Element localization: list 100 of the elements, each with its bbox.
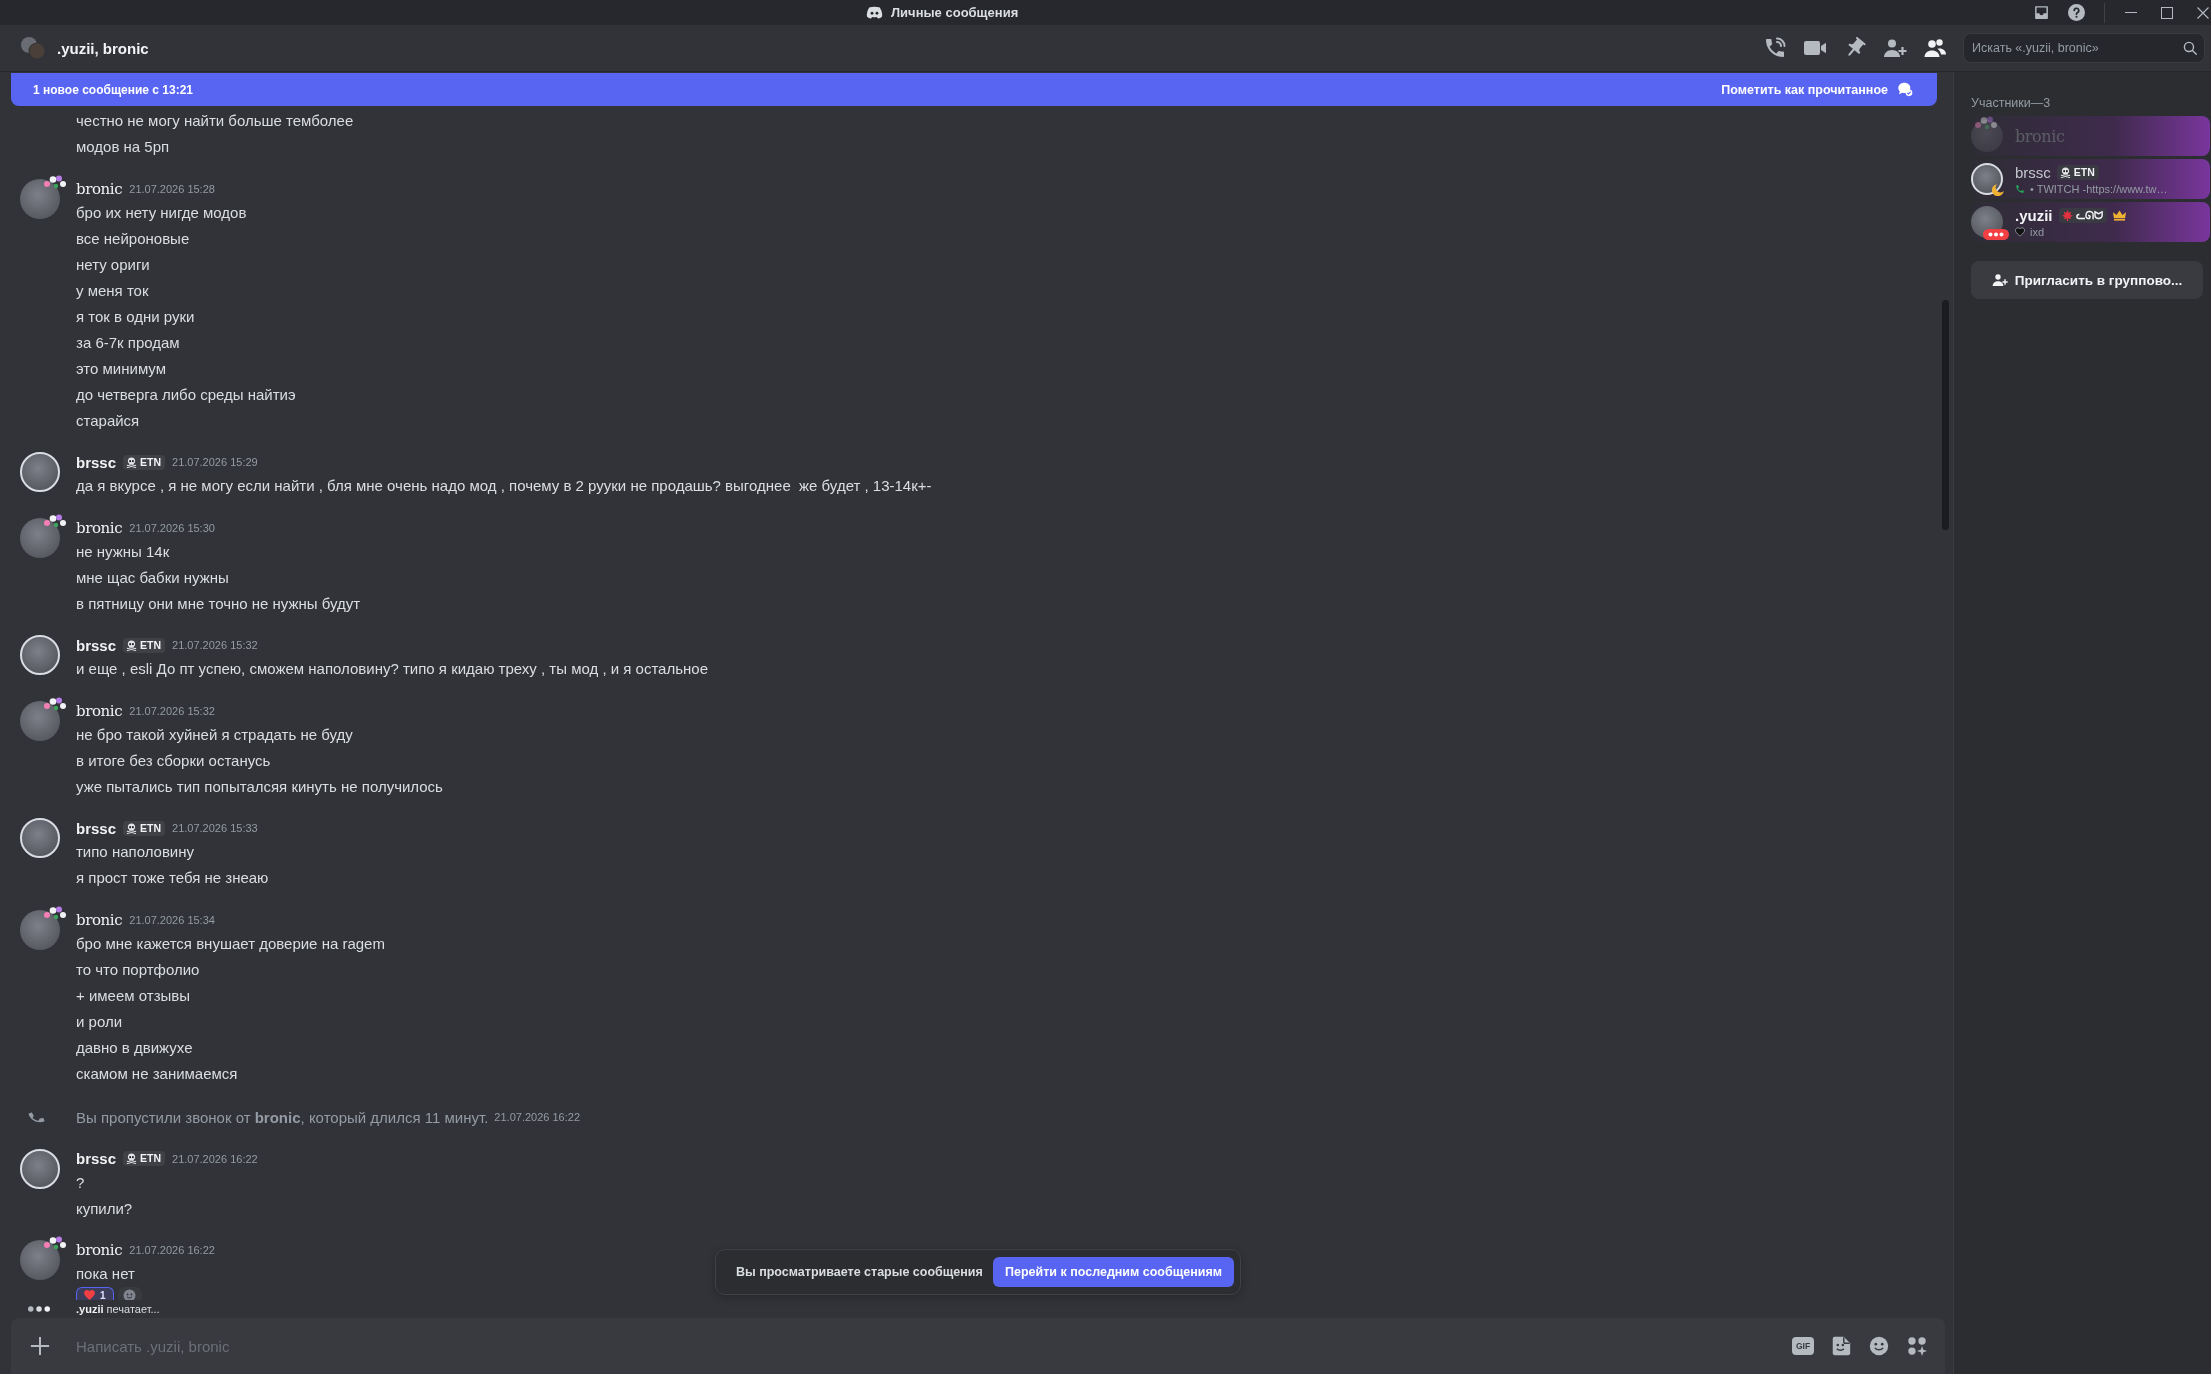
message-text: мне щас бабки нужны — [76, 567, 229, 588]
user-avatar[interactable] — [20, 818, 60, 858]
timestamp: 21.07.2026 15:32 — [172, 639, 258, 651]
avatar-decoration-icon — [44, 696, 66, 711]
user-avatar[interactable] — [20, 909, 60, 950]
timestamp: 21.07.2026 15:29 — [172, 456, 258, 468]
avatar-decoration-icon — [44, 174, 66, 189]
author-name[interactable]: bronic — [76, 910, 123, 929]
user-avatar[interactable] — [20, 1148, 60, 1189]
message-text: купили? — [76, 1198, 133, 1219]
mark-as-read-button[interactable]: Пометить как прочитанное — [1721, 82, 1913, 97]
message-text: ? — [76, 1172, 85, 1193]
skull-icon — [126, 1153, 138, 1164]
message-text: честно не могу найти больше темболее — [76, 111, 354, 131]
author-name[interactable]: bronic — [76, 179, 123, 198]
message-text: за 6-7к продам — [76, 332, 180, 353]
invite-to-group-button[interactable]: Пригласить в группово... — [1971, 261, 2203, 299]
message-text: то что портфолио — [76, 959, 200, 980]
message-text: все нейроновые — [76, 228, 190, 249]
author-name[interactable]: bronic — [76, 1241, 123, 1259]
jump-to-present-button[interactable]: Перейти к последним сообщениям — [992, 1257, 1234, 1287]
user-avatar[interactable] — [20, 700, 60, 741]
new-messages-bar[interactable]: 1 новое сообщение с 13:21 Пометить как прочитанное — [11, 73, 1937, 106]
member-row[interactable]: brssc ETN • TWITCH -https://www.tw… — [1971, 159, 2210, 199]
avatar-decoration-icon — [1975, 116, 1997, 130]
skull-icon — [126, 822, 138, 834]
missed-call-message: Вы пропустили звонок от bronic, который длился 11 минут. — [76, 1108, 489, 1126]
tag-label: ETN — [140, 1151, 162, 1166]
timestamp: 21.07.2026 15:33 — [172, 822, 258, 834]
add-reaction-button[interactable] — [117, 1287, 142, 1300]
author-name[interactable]: bronic — [76, 701, 123, 720]
message-text: не нужны 14к — [76, 541, 170, 562]
inbox-icon[interactable] — [2033, 4, 2050, 21]
author-name[interactable]: brssc — [76, 453, 117, 471]
maximize-icon[interactable] — [2161, 6, 2173, 19]
message-text: пока нет — [76, 1264, 135, 1284]
message-text: в пятницу они мне точно не нужны будут — [76, 593, 361, 614]
window-title: Личные сообщения — [891, 5, 1019, 20]
new-messages-text: 1 новое сообщение с 13:21 — [33, 82, 194, 97]
message-text: давно в движухе — [76, 1037, 193, 1058]
tag-label: ETN — [140, 820, 162, 836]
plus-icon[interactable] — [30, 1336, 50, 1356]
conversation-title: .yuzii, bronic — [57, 39, 149, 57]
phone-icon — [2015, 183, 2025, 194]
tag-label: ᓚᘏᗢ — [2075, 207, 2103, 223]
user-avatar[interactable] — [20, 452, 60, 492]
apps-icon[interactable] — [1906, 1335, 1928, 1357]
timestamp: 21.07.2026 16:22 — [172, 1152, 258, 1165]
gif-button[interactable]: GIF — [1792, 1337, 1814, 1355]
group-avatar — [20, 36, 46, 60]
member-name: brssc — [2015, 162, 2051, 182]
members-heading: Участники—3 — [1971, 95, 2052, 112]
message-text: я ток в одни руки — [76, 306, 195, 327]
user-avatar[interactable] — [20, 1240, 60, 1280]
sticker-icon[interactable] — [1830, 1335, 1852, 1357]
tag-label: ETN — [2073, 164, 2095, 180]
message-text: в итоге без сборки останусь — [76, 750, 271, 771]
message-text: до четверга либо среды найтиэ — [76, 384, 296, 405]
close-icon[interactable] — [2197, 6, 2209, 19]
avatar-decoration-icon — [44, 905, 66, 920]
search-icon[interactable] — [2183, 41, 2197, 55]
message-text: и роли — [76, 1011, 123, 1032]
skull-icon — [126, 639, 138, 651]
message-text: бро их нету нигде модов — [76, 202, 247, 223]
user-avatar[interactable] — [20, 517, 60, 558]
message-input-field[interactable]: Написать .yuzii, bronic GIF — [11, 1318, 1945, 1374]
emoji-icon[interactable] — [1868, 1335, 1890, 1357]
old-messages-text: Вы просматриваете старые сообщения — [736, 1265, 983, 1279]
typing-dots-icon — [28, 1306, 50, 1312]
scrollbar-thumb[interactable] — [1942, 300, 1949, 530]
author-name[interactable]: bronic — [76, 518, 123, 537]
smiley-icon — [123, 1289, 137, 1300]
author-name[interactable]: brssc — [76, 819, 117, 837]
add-person-icon — [1991, 272, 2008, 288]
user-avatar[interactable] — [20, 178, 60, 219]
timestamp: 21.07.2026 16:22 — [129, 1244, 215, 1256]
author-name[interactable]: brssc — [76, 636, 117, 654]
typing-indicator: .yuzii печатает... — [76, 1303, 160, 1315]
skull-icon — [126, 456, 138, 468]
help-icon[interactable] — [2068, 4, 2085, 21]
member-activity: • TWITCH -https://www.tw… — [2030, 182, 2168, 195]
author-name[interactable]: brssc — [76, 1150, 117, 1167]
app-logo-icon — [866, 6, 883, 19]
skull-icon — [2059, 166, 2071, 178]
message-text: бро мне кажется внушает доверие на ragem — [76, 933, 385, 954]
message-text: типо наполовину — [76, 842, 195, 862]
timestamp: 21.07.2026 15:34 — [129, 913, 215, 926]
user-avatar[interactable] — [20, 635, 60, 675]
reaction-button[interactable]: 1 — [76, 1287, 114, 1300]
call-icon[interactable] — [1763, 36, 1787, 60]
timestamp: 21.07.2026 15:30 — [129, 521, 215, 534]
starburst-icon — [2061, 209, 2073, 221]
message-text: и еще , esli До пт успею, сможем наполовину? типо я кидаю треху , ты мод , и я остальное — [76, 659, 708, 679]
member-row[interactable]: .yuzii ᓚᘏᗢ ixd — [1971, 202, 2210, 242]
members-icon[interactable] — [1923, 36, 1947, 60]
search-field[interactable]: Искать «.yuzii, bronic» — [1963, 33, 2205, 63]
message-text: это минимум — [76, 358, 166, 379]
message-text: не бро такой хуйней я страдать не буду — [76, 724, 353, 745]
timestamp: 21.07.2026 15:28 — [129, 182, 215, 195]
message-text: я прост тоже тебя не знеаю — [76, 868, 269, 888]
